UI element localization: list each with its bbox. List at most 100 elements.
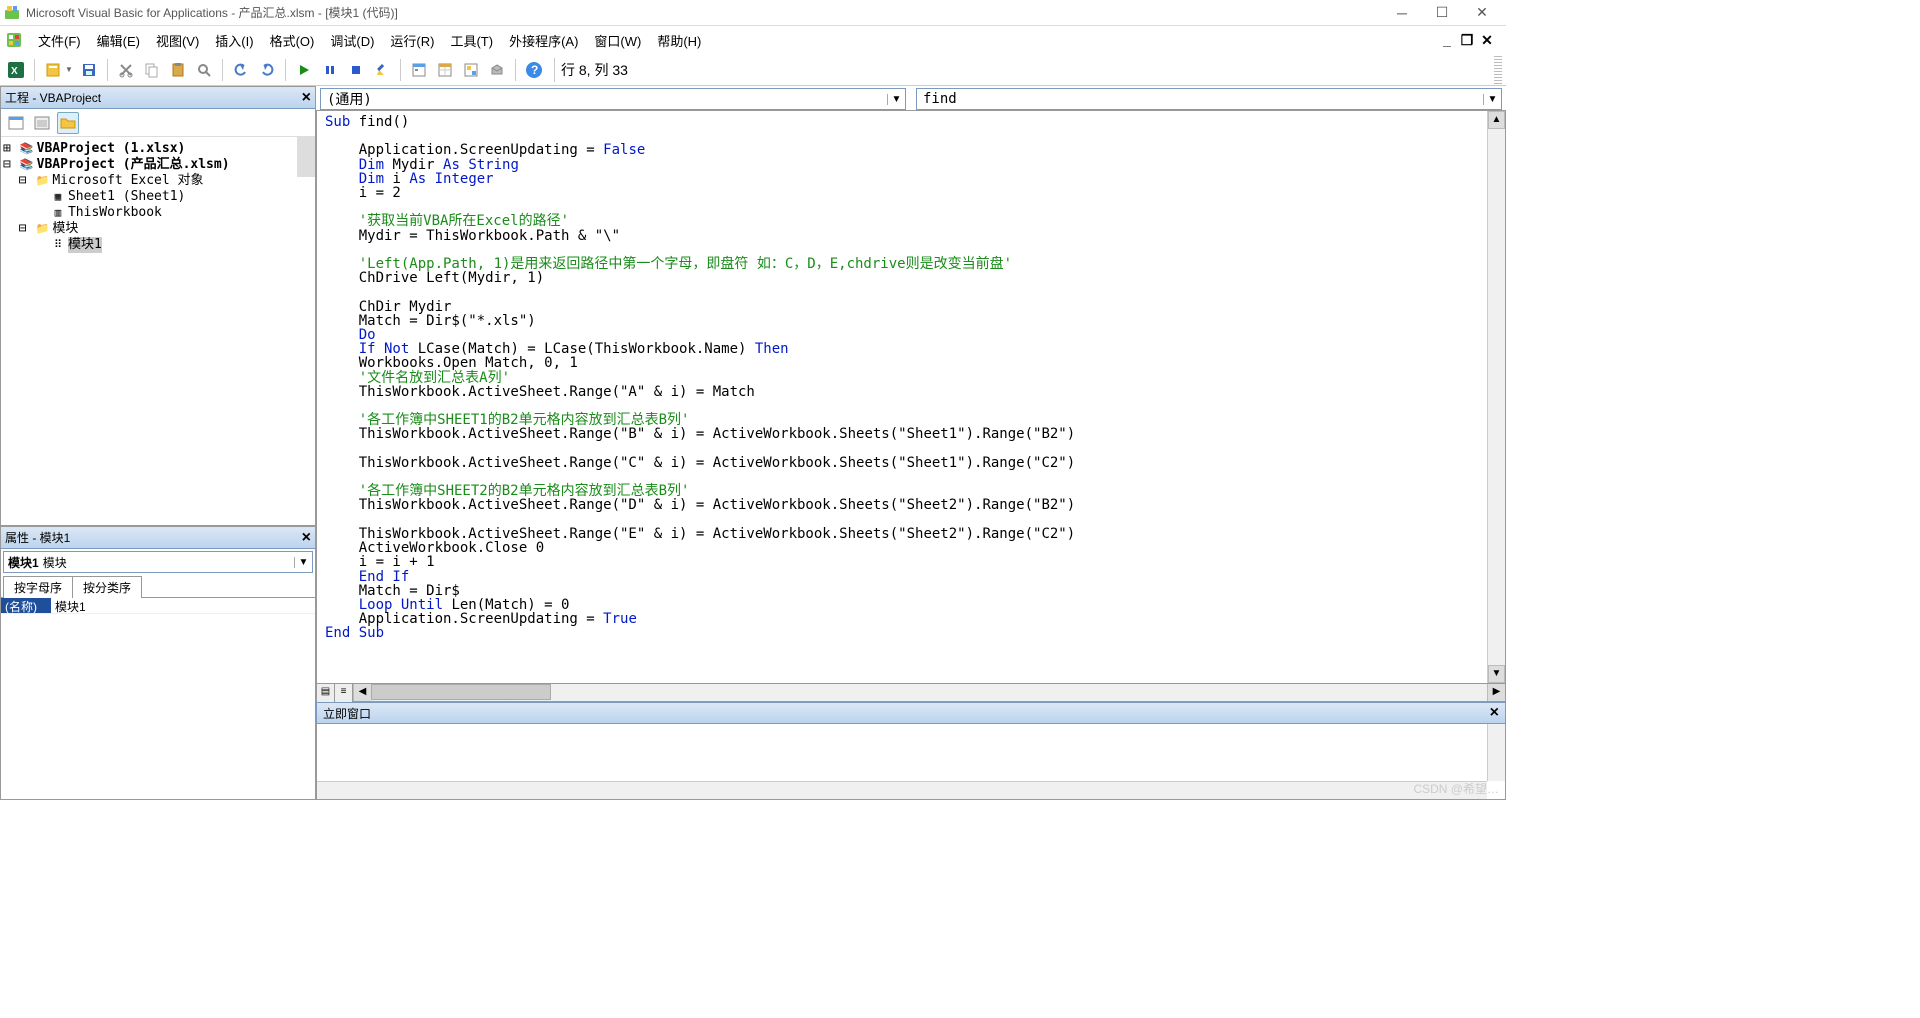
run-button[interactable]: [292, 58, 316, 82]
window-titlebar: Microsoft Visual Basic for Applications …: [0, 0, 1506, 26]
scroll-left-button[interactable]: ◀: [353, 684, 371, 701]
vba-project-icon: 📚: [19, 158, 35, 172]
tree-module-node[interactable]: ⠿模块1: [3, 237, 313, 253]
tree-workbook-node[interactable]: ▥ThisWorkbook: [3, 205, 313, 221]
scroll-down-button[interactable]: ▼: [1488, 665, 1505, 683]
menu-help[interactable]: 帮助(H): [649, 29, 709, 52]
window-close-button[interactable]: ✕: [1462, 1, 1502, 25]
insert-module-button[interactable]: [41, 58, 65, 82]
folder-icon: 📁: [34, 174, 50, 188]
toggle-folders-button[interactable]: [57, 112, 79, 134]
scroll-up-button[interactable]: ▲: [1488, 111, 1505, 129]
main-toolbar: X ▼ ? 行 8, 列 33: [0, 54, 1506, 86]
help-button[interactable]: ?: [522, 58, 546, 82]
scroll-thumb[interactable]: [371, 684, 551, 700]
copy-button[interactable]: [140, 58, 164, 82]
chevron-down-icon: ▼: [294, 557, 312, 568]
toolbar-separator: [285, 59, 286, 81]
window-title: Microsoft Visual Basic for Applications …: [26, 4, 398, 21]
menu-window[interactable]: 窗口(W): [586, 29, 649, 52]
immediate-vertical-scrollbar[interactable]: [1487, 724, 1505, 781]
chevron-down-icon: ▼: [887, 94, 905, 105]
toolbar-separator: [34, 59, 35, 81]
save-button[interactable]: [77, 58, 101, 82]
menu-run[interactable]: 运行(R): [382, 29, 442, 52]
tab-categorized[interactable]: 按分类序: [72, 576, 142, 598]
scroll-right-button[interactable]: ▶: [1487, 684, 1505, 701]
cut-button[interactable]: [114, 58, 138, 82]
tree-folder-node[interactable]: ⊟ 📁Microsoft Excel 对象: [3, 173, 313, 189]
paste-button[interactable]: [166, 58, 190, 82]
view-excel-button[interactable]: X: [4, 58, 28, 82]
property-name: (名称): [1, 598, 51, 613]
toolbar-grip: [1494, 56, 1502, 84]
property-row[interactable]: (名称) 模块1: [1, 598, 315, 614]
svg-text:?: ?: [531, 63, 538, 77]
window-minimize-button[interactable]: ─: [1382, 1, 1422, 25]
app-icon: [4, 5, 20, 21]
procedure-view-button[interactable]: ▤: [317, 684, 335, 702]
mdi-close-button[interactable]: ✕: [1480, 33, 1494, 47]
project-panel-close-button[interactable]: ×: [302, 89, 311, 107]
folder-icon: 📁: [34, 222, 50, 236]
svg-text:X: X: [11, 66, 18, 77]
full-module-view-button[interactable]: ≡: [335, 684, 353, 702]
chevron-down-icon: ▼: [1483, 94, 1501, 105]
object-combo[interactable]: (通用) ▼: [320, 88, 906, 110]
menu-file[interactable]: 文件(F): [30, 29, 89, 52]
code-editor[interactable]: Sub find() Application.ScreenUpdating = …: [317, 111, 1487, 683]
toolbar-separator: [107, 59, 108, 81]
view-code-button[interactable]: [5, 112, 27, 134]
properties-grid[interactable]: (名称) 模块1: [1, 598, 315, 799]
project-panel-title: 工程 - VBAProject: [5, 89, 101, 106]
menu-edit[interactable]: 编辑(E): [89, 29, 148, 52]
properties-panel-title: 属性 - 模块1: [5, 529, 70, 546]
undo-button[interactable]: [229, 58, 253, 82]
project-explorer-panel: 工程 - VBAProject × ⊞ 📚VBAProject (1.xlsx)…: [0, 86, 316, 526]
properties-object-combo[interactable]: 模块1 模块 ▼: [3, 551, 313, 573]
toolbar-separator: [222, 59, 223, 81]
mdi-minimize-button[interactable]: _: [1440, 33, 1454, 47]
properties-window-button[interactable]: [433, 58, 457, 82]
module-icon: ⠿: [50, 238, 66, 252]
menu-addins[interactable]: 外接程序(A): [501, 29, 586, 52]
menu-view[interactable]: 视图(V): [148, 29, 207, 52]
find-button[interactable]: [192, 58, 216, 82]
properties-panel-close-button[interactable]: ×: [302, 529, 311, 547]
view-object-button[interactable]: [31, 112, 53, 134]
menu-bar: 文件(F) 编辑(E) 视图(V) 插入(I) 格式(O) 调试(D) 运行(R…: [0, 26, 1506, 54]
tree-sheet-node[interactable]: ▦Sheet1 (Sheet1): [3, 189, 313, 205]
code-vertical-scrollbar[interactable]: ▲ ▼: [1487, 111, 1505, 683]
mdi-restore-button[interactable]: ❐: [1460, 33, 1474, 47]
worksheet-icon: ▦: [50, 190, 66, 204]
toolbar-separator: [515, 59, 516, 81]
break-button[interactable]: [318, 58, 342, 82]
window-maximize-button[interactable]: ☐: [1422, 1, 1462, 25]
tree-scrollbar[interactable]: [297, 137, 315, 177]
project-explorer-button[interactable]: [407, 58, 431, 82]
code-horizontal-scrollbar[interactable]: [371, 684, 1487, 701]
tree-folder-node[interactable]: ⊟ 📁模块: [3, 221, 313, 237]
toolbar-separator: [400, 59, 401, 81]
watermark-text: CSDN @希望…: [1413, 780, 1499, 797]
tree-project-node[interactable]: ⊞ 📚VBAProject (1.xlsx): [3, 141, 313, 157]
redo-button[interactable]: [255, 58, 279, 82]
tree-project-node[interactable]: ⊟ 📚VBAProject (产品汇总.xlsm): [3, 157, 313, 173]
insert-dropdown[interactable]: ▼: [65, 65, 73, 74]
properties-panel: 属性 - 模块1 × 模块1 模块 ▼ 按字母序 按分类序 (名称) 模块1: [0, 526, 316, 800]
project-tree[interactable]: ⊞ 📚VBAProject (1.xlsx) ⊟ 📚VBAProject (产品…: [1, 137, 315, 525]
menu-tools[interactable]: 工具(T): [442, 29, 501, 52]
immediate-window-close-button[interactable]: ×: [1490, 704, 1499, 722]
reset-button[interactable]: [344, 58, 368, 82]
object-browser-button[interactable]: [459, 58, 483, 82]
design-mode-button[interactable]: [370, 58, 394, 82]
menu-debug[interactable]: 调试(D): [322, 29, 382, 52]
immediate-horizontal-scrollbar[interactable]: [317, 781, 1487, 799]
property-value[interactable]: 模块1: [51, 598, 315, 613]
menu-format[interactable]: 格式(O): [262, 29, 323, 52]
procedure-combo[interactable]: find ▼: [916, 88, 1502, 110]
tab-alphabetic[interactable]: 按字母序: [3, 576, 73, 598]
immediate-window[interactable]: CSDN @希望…: [316, 724, 1506, 800]
menu-insert[interactable]: 插入(I): [207, 29, 261, 52]
toolbox-button[interactable]: [485, 58, 509, 82]
